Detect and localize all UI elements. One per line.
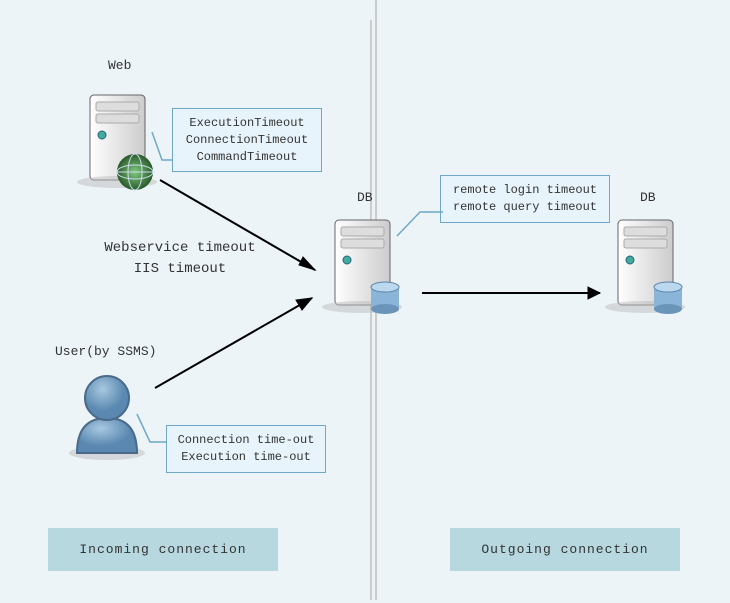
web-timeout-line: ExecutionTimeout [181, 115, 313, 132]
web-timeout-line: ConnectionTimeout [181, 132, 313, 149]
incoming-connection-box: Incoming connection [48, 528, 278, 571]
user-label: User(by SSMS) [55, 344, 156, 359]
db-timeout-line: remote query timeout [449, 199, 601, 216]
callout-connector [395, 210, 445, 240]
db1-label: DB [357, 190, 373, 205]
user-timeout-line: Execution time-out [175, 449, 317, 466]
arrow-db-to-db [420, 283, 615, 303]
arrow-web-to-db [155, 175, 335, 285]
user-timeout-line: Connection time-out [175, 432, 317, 449]
outgoing-connection-box: Outgoing connection [450, 528, 680, 571]
arrow-user-to-db [150, 290, 330, 395]
web-label: Web [108, 58, 131, 73]
callout-connector [150, 130, 180, 170]
callout-connector [135, 412, 175, 447]
db-timeout-line: remote login timeout [449, 182, 601, 199]
web-timeout-box: ExecutionTimeout ConnectionTimeout Comma… [172, 108, 322, 172]
user-timeout-box: Connection time-out Execution time-out [166, 425, 326, 473]
db2-label: DB [640, 190, 656, 205]
db-server-icon [598, 215, 698, 339]
db-timeout-box: remote login timeout remote query timeou… [440, 175, 610, 223]
web-timeout-line: CommandTimeout [181, 149, 313, 166]
